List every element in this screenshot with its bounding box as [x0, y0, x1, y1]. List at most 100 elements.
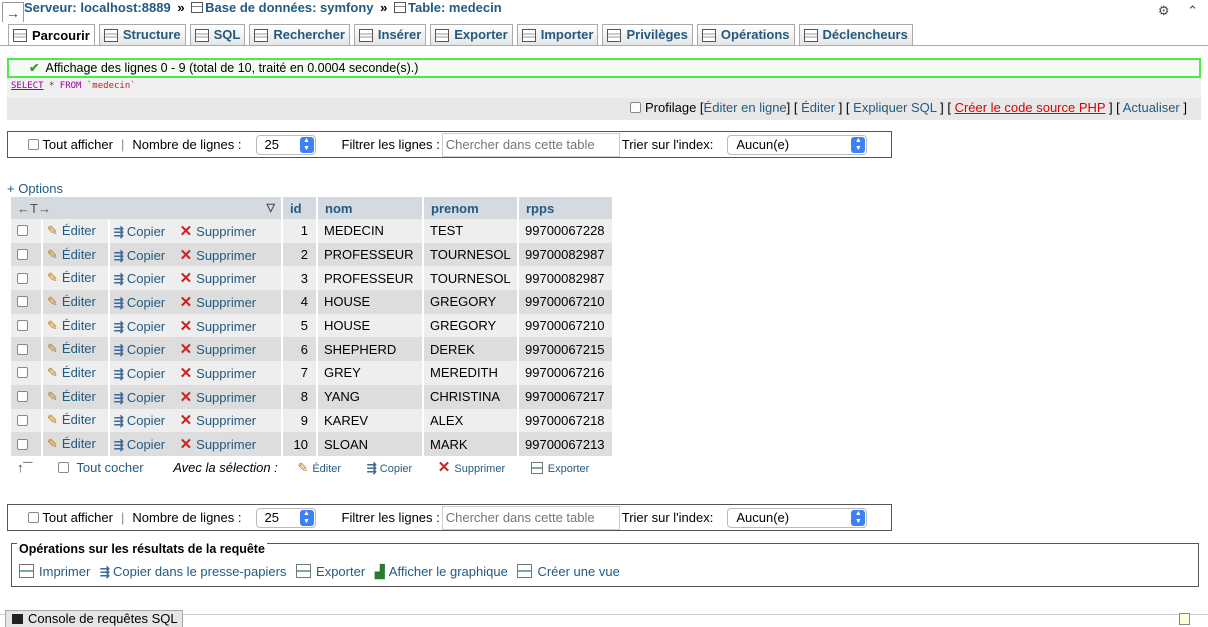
- breadcrumb-table[interactable]: Table: medecin: [408, 0, 502, 15]
- cell-prenom[interactable]: MARK: [424, 432, 517, 456]
- row-edit-button[interactable]: ✎ Éditer: [43, 313, 108, 338]
- copy-clipboard-link[interactable]: Copier dans le presse-papiers: [113, 564, 286, 579]
- cell-nom[interactable]: PROFESSEUR: [318, 242, 422, 267]
- breadcrumb-database[interactable]: Base de données: symfony: [205, 0, 373, 15]
- cell-nom[interactable]: SLOAN: [318, 432, 422, 456]
- export-link[interactable]: Exporter: [316, 564, 365, 579]
- cell-nom[interactable]: MEDECIN: [318, 219, 422, 243]
- cell-prenom[interactable]: GREGORY: [424, 290, 517, 314]
- row-delete-button[interactable]: ✕ Supprimer: [180, 247, 257, 264]
- column-move-icon[interactable]: ←T→: [17, 201, 51, 216]
- row-delete-button[interactable]: ✕ Supprimer: [180, 341, 257, 358]
- sort-index-select[interactable]: Aucun(e) ▲ ▼: [727, 134, 868, 155]
- edit-sql-link[interactable]: Éditer: [801, 100, 835, 115]
- show-all-checkbox[interactable]: [28, 139, 39, 150]
- cell-id[interactable]: 2: [283, 242, 316, 267]
- row-delete-button[interactable]: ✕ Supprimer: [180, 436, 257, 453]
- row-edit-button[interactable]: ✎ Éditer: [43, 408, 108, 433]
- cell-nom[interactable]: SHEPHERD: [318, 337, 422, 362]
- row-edit-button[interactable]: ✎ Éditer: [43, 219, 108, 243]
- row-edit-button[interactable]: ✎ Éditer: [43, 242, 108, 267]
- column-header-prenom[interactable]: prenom: [424, 197, 517, 219]
- rows-count-select[interactable]: 25 ▲ ▼: [255, 507, 316, 528]
- cell-id[interactable]: 8: [283, 384, 316, 409]
- row-edit-button[interactable]: ✎ Éditer: [43, 290, 108, 314]
- cell-prenom[interactable]: TEST: [424, 219, 517, 243]
- cell-prenom[interactable]: TOURNESOL: [424, 266, 517, 291]
- show-all-label[interactable]: Tout afficher: [42, 137, 113, 152]
- cell-prenom[interactable]: ALEX: [424, 408, 517, 433]
- row-copy-button[interactable]: ⇶ Copier: [114, 390, 165, 405]
- notepad-icon[interactable]: [1179, 613, 1190, 625]
- tab-import[interactable]: Importer: [516, 24, 599, 45]
- row-checkbox[interactable]: [17, 225, 28, 237]
- row-edit-button[interactable]: ✎ Éditer: [43, 384, 108, 409]
- row-copy-button[interactable]: ⇶ Copier: [114, 413, 165, 428]
- cell-rpps[interactable]: 99700082987: [519, 242, 612, 267]
- bulk-delete-button[interactable]: ✕ Supprimer: [438, 458, 505, 476]
- cell-nom[interactable]: KAREV: [318, 408, 422, 433]
- cell-id[interactable]: 7: [283, 361, 316, 385]
- cell-prenom[interactable]: MEREDITH: [424, 361, 517, 385]
- row-delete-button[interactable]: ✕ Supprimer: [180, 318, 257, 335]
- cell-id[interactable]: 9: [283, 408, 316, 433]
- cell-rpps[interactable]: 99700067216: [519, 361, 612, 385]
- row-delete-button[interactable]: ✕ Supprimer: [180, 223, 257, 240]
- cell-nom[interactable]: HOUSE: [318, 290, 422, 314]
- row-edit-button[interactable]: ✎ Éditer: [43, 432, 108, 456]
- row-checkbox[interactable]: [17, 343, 28, 355]
- show-all-checkbox[interactable]: [28, 512, 39, 523]
- bulk-edit-button[interactable]: ✎ Éditer: [297, 460, 341, 476]
- row-delete-button[interactable]: ✕ Supprimer: [180, 412, 257, 429]
- row-edit-button[interactable]: ✎ Éditer: [43, 361, 108, 385]
- cell-nom[interactable]: HOUSE: [318, 313, 422, 338]
- row-checkbox[interactable]: [17, 367, 28, 379]
- cell-rpps[interactable]: 99700067213: [519, 432, 612, 456]
- cell-rpps[interactable]: 99700067217: [519, 384, 612, 409]
- row-checkbox[interactable]: [17, 272, 28, 284]
- check-all-checkbox[interactable]: [57, 462, 69, 473]
- cell-nom[interactable]: PROFESSEUR: [318, 266, 422, 291]
- cell-id[interactable]: 5: [283, 313, 316, 338]
- chart-link[interactable]: Afficher le graphique: [389, 564, 508, 579]
- cell-prenom[interactable]: GREGORY: [424, 313, 517, 338]
- cell-id[interactable]: 3: [283, 266, 316, 291]
- tab-triggers[interactable]: Déclencheurs: [798, 24, 913, 45]
- tab-insert[interactable]: Insérer: [353, 24, 427, 45]
- tab-export[interactable]: Exporter: [430, 24, 513, 45]
- row-checkbox[interactable]: [17, 438, 28, 450]
- breadcrumb-server[interactable]: Serveur: localhost:8889: [24, 0, 171, 15]
- cell-rpps[interactable]: 99700067218: [519, 408, 612, 433]
- cell-rpps[interactable]: 99700067228: [519, 219, 612, 243]
- row-edit-button[interactable]: ✎ Éditer: [43, 337, 108, 362]
- column-dropdown-icon[interactable]: ▽: [267, 201, 275, 214]
- column-header-nom[interactable]: nom: [318, 197, 422, 219]
- php-code-link[interactable]: Créer le code source PHP: [955, 100, 1106, 115]
- bulk-export-button[interactable]: Exporter: [530, 462, 589, 475]
- print-link[interactable]: Imprimer: [39, 564, 90, 579]
- cell-prenom[interactable]: DEREK: [424, 337, 517, 362]
- options-link[interactable]: + Options: [7, 181, 63, 196]
- filter-rows-input[interactable]: [441, 132, 620, 157]
- cell-id[interactable]: 4: [283, 290, 316, 314]
- sql-console-tab[interactable]: Console de requêtes SQL: [5, 610, 183, 627]
- cell-prenom[interactable]: TOURNESOL: [424, 242, 517, 267]
- cell-rpps[interactable]: 99700067210: [519, 313, 612, 338]
- tab-browse[interactable]: Parcourir: [8, 24, 95, 46]
- row-delete-button[interactable]: ✕ Supprimer: [180, 365, 257, 382]
- cell-rpps[interactable]: 99700067210: [519, 290, 612, 314]
- row-edit-button[interactable]: ✎ Éditer: [43, 266, 108, 291]
- settings-gear-icon[interactable]: ⚙: [1158, 3, 1170, 18]
- row-copy-button[interactable]: ⇶ Copier: [114, 319, 165, 334]
- cell-nom[interactable]: GREY: [318, 361, 422, 385]
- cell-rpps[interactable]: 99700082987: [519, 266, 612, 291]
- show-all-label[interactable]: Tout afficher: [42, 510, 113, 525]
- bulk-copy-button[interactable]: ⇶ Copier: [367, 461, 412, 475]
- sql-keyword-select[interactable]: SELECT: [11, 81, 44, 91]
- refresh-link[interactable]: Actualiser: [1123, 100, 1180, 115]
- collapse-arrow-icon[interactable]: →: [2, 2, 24, 22]
- cell-rpps[interactable]: 99700067215: [519, 337, 612, 362]
- tab-sql[interactable]: SQL: [189, 24, 246, 45]
- tab-privileges[interactable]: Privilèges: [602, 24, 693, 45]
- row-checkbox[interactable]: [17, 249, 28, 261]
